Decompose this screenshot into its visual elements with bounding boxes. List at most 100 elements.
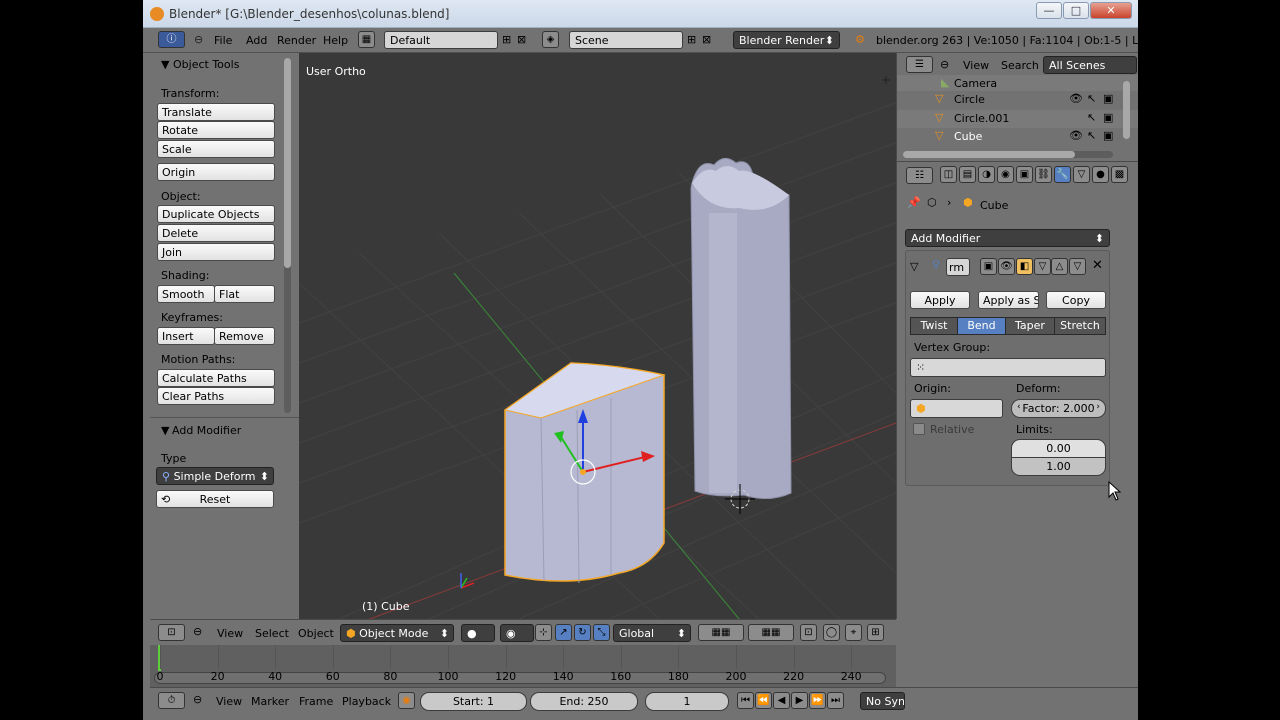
sync-mode-select[interactable]: No Sync — [860, 692, 905, 710]
transform-orientation-select[interactable]: Global ⬍ — [613, 624, 691, 642]
modifier-name-field[interactable]: rm — [946, 258, 970, 276]
properties-type-icon[interactable]: ☷ — [906, 167, 933, 184]
snap-icon[interactable]: ⌖ — [845, 624, 862, 641]
editor-type-icon[interactable]: ⏱ — [158, 692, 185, 709]
expand-panel-icon[interactable]: + — [881, 73, 891, 87]
pivot-point-select[interactable]: ◉ — [500, 624, 534, 642]
outliner-h-scrollbar[interactable] — [903, 151, 1113, 158]
render-tab-icon[interactable]: ◫ — [940, 166, 957, 183]
vertex-group-field[interactable]: ⁙ — [910, 358, 1106, 377]
menu-help[interactable]: Help — [323, 34, 348, 47]
menu-playback[interactable]: Playback — [342, 695, 391, 708]
play-reverse-icon[interactable]: ◀ — [773, 692, 790, 709]
relative-checkbox[interactable] — [913, 423, 925, 435]
remove-modifier-icon[interactable]: ✕ — [1092, 258, 1103, 273]
calculate-paths-button[interactable]: Calculate Paths — [157, 369, 275, 387]
collapse-arrow-icon[interactable]: ▼ — [161, 424, 169, 437]
flat-button[interactable]: Flat — [214, 285, 275, 303]
select-arrow-icon[interactable]: ↖ — [1087, 111, 1096, 124]
maximize-button[interactable]: □ — [1063, 2, 1089, 19]
copy-button[interactable]: Copy — [1046, 291, 1106, 309]
translate-button[interactable]: Translate — [157, 103, 275, 121]
menu-view[interactable]: View — [216, 695, 242, 708]
clear-paths-button[interactable]: Clear Paths — [157, 387, 275, 405]
next-keyframe-icon[interactable]: ⏩ — [809, 692, 826, 709]
editmode-toggle-icon[interactable]: ◧ — [1016, 258, 1033, 275]
duplicate-objects-button[interactable]: Duplicate Objects — [157, 205, 275, 223]
scene-tab-icon[interactable]: ◑ — [978, 166, 995, 183]
collapse-menu-icon[interactable]: ⊖ — [940, 58, 949, 71]
column-mesh[interactable] — [690, 158, 792, 499]
scene-icon[interactable]: ◈ — [542, 31, 559, 48]
remove-layout-icon[interactable]: ⊠ — [517, 33, 526, 46]
collapse-arrow-icon[interactable]: ▽ — [910, 260, 918, 273]
timeline-area[interactable]: 0 20 40 60 80 100 120 140 160 180 200 220 240 — [150, 645, 896, 687]
scale-button[interactable]: Scale — [157, 140, 275, 158]
remove-scene-icon[interactable]: ⊠ — [702, 33, 711, 46]
close-button[interactable]: ✕ — [1090, 2, 1132, 19]
outliner-row[interactable]: ▽ Circle.001 ↖ ▣ — [897, 110, 1138, 129]
constraints-tab-icon[interactable]: ⛓ — [1035, 166, 1052, 183]
render-camera-icon[interactable]: ▣ — [1103, 92, 1113, 105]
end-frame-field[interactable]: End: 250 — [530, 692, 638, 711]
current-frame-field[interactable]: 1 — [645, 692, 729, 711]
object-tools-title[interactable]: Object Tools — [173, 58, 239, 71]
rotate-manipulator-icon[interactable]: ↻ — [574, 624, 591, 641]
render-camera-icon[interactable]: ▣ — [1103, 111, 1113, 124]
collapse-menu-icon[interactable]: ⊖ — [193, 625, 202, 638]
outliner-type-icon[interactable]: ☰ — [906, 56, 933, 73]
mode-taper-tab[interactable]: Taper — [1005, 317, 1055, 335]
layers-group-2-icon[interactable]: ▦▦ — [748, 624, 794, 641]
collapse-menu-icon[interactable]: ⊖ — [194, 33, 203, 46]
factor-slider[interactable]: ‹ Factor: 2.000 › — [1011, 399, 1106, 418]
viewport-shading-select[interactable]: ● — [461, 624, 495, 642]
cage-toggle-icon[interactable]: ▽ — [1034, 258, 1051, 275]
outliner-row[interactable]: ▽ Cube 👁 ↖ ▣ — [897, 128, 1138, 147]
decrement-arrow-icon[interactable]: ‹ — [1017, 402, 1021, 412]
start-frame-field[interactable]: Start: 1 — [420, 692, 527, 711]
menu-file[interactable]: File — [214, 34, 232, 47]
minimize-button[interactable]: — — [1036, 2, 1062, 19]
editor-type-icon[interactable]: ⓘ — [158, 31, 185, 48]
outliner-search-menu[interactable]: Search — [1001, 59, 1039, 72]
layout-field[interactable]: Default — [384, 31, 498, 49]
manipulator-toggle-icon[interactable]: ⊹ — [535, 624, 552, 641]
viewport-toggle-icon[interactable]: 👁 — [998, 258, 1015, 275]
outliner-v-scrollbar[interactable] — [1123, 81, 1130, 139]
menu-add[interactable]: Add — [246, 34, 267, 47]
delete-button[interactable]: Delete — [157, 224, 275, 242]
limit-low-field[interactable]: 0.00 — [1011, 439, 1106, 458]
snap-target-icon[interactable]: ⊞ — [867, 624, 884, 641]
add-layout-icon[interactable]: ⊞ — [502, 33, 511, 46]
prev-keyframe-icon[interactable]: ⏪ — [755, 692, 772, 709]
outliner-item-circle[interactable]: Circle — [954, 93, 985, 106]
toolshelf-scrollbar[interactable] — [284, 58, 291, 413]
menu-object[interactable]: Object — [298, 627, 334, 640]
render-camera-icon[interactable]: ▣ — [1103, 129, 1113, 142]
outliner-item-circle-001[interactable]: Circle.001 — [954, 112, 1009, 125]
mode-bend-tab[interactable]: Bend — [957, 317, 1006, 335]
apply-as-shape-button[interactable]: Apply as Sha — [978, 291, 1039, 309]
pin-icon[interactable]: 📌 — [907, 196, 921, 209]
editor-type-icon[interactable]: ⊡ — [158, 624, 185, 641]
proportional-edit-icon[interactable]: ◯ — [823, 624, 840, 641]
add-modifier-select[interactable]: Add Modifier ⬍ — [905, 229, 1110, 247]
interaction-mode-select[interactable]: ⬢ Object Mode ⬍ — [340, 624, 454, 642]
timeline-scrollbar[interactable] — [154, 672, 886, 684]
outliner-item-camera[interactable]: Camera — [954, 77, 997, 90]
menu-view[interactable]: View — [217, 627, 243, 640]
world-tab-icon[interactable]: ◉ — [997, 166, 1014, 183]
scene-field[interactable]: Scene — [569, 31, 683, 49]
object-tab-icon[interactable]: ▣ — [1016, 166, 1033, 183]
select-arrow-icon[interactable]: ↖ — [1087, 129, 1096, 142]
jump-start-icon[interactable]: ⏮ — [737, 692, 754, 709]
join-button[interactable]: Join — [157, 243, 275, 261]
visibility-eye-icon[interactable]: 👁 — [1069, 129, 1083, 142]
apply-button[interactable]: Apply — [910, 291, 970, 309]
collapse-menu-icon[interactable]: ⊖ — [193, 693, 202, 706]
outliner-item-cube[interactable]: Cube — [954, 130, 982, 143]
remove-keyframe-button[interactable]: Remove — [214, 327, 275, 345]
collapse-arrow-icon[interactable]: ▼ — [161, 58, 169, 71]
move-up-icon[interactable]: △ — [1051, 258, 1068, 275]
data-tab-icon[interactable]: ▽ — [1073, 166, 1090, 183]
